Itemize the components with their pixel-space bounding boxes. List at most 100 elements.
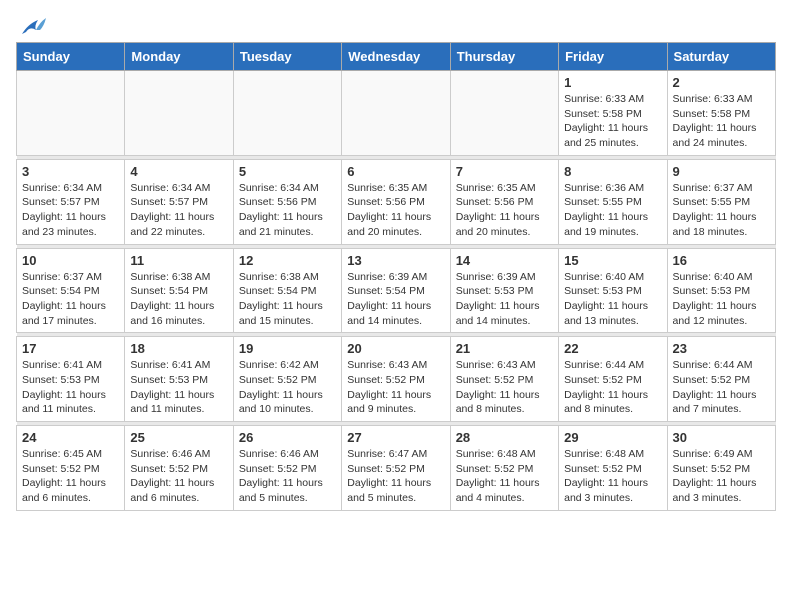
day-number: 19	[239, 341, 336, 356]
day-info: Sunrise: 6:46 AMSunset: 5:52 PMDaylight:…	[239, 447, 336, 506]
day-info: Sunrise: 6:38 AMSunset: 5:54 PMDaylight:…	[130, 270, 227, 329]
calendar-cell	[233, 71, 341, 156]
day-info: Sunrise: 6:35 AMSunset: 5:56 PMDaylight:…	[347, 181, 444, 240]
weekday-header-wednesday: Wednesday	[342, 43, 450, 71]
calendar-cell: 24 Sunrise: 6:45 AMSunset: 5:52 PMDayligh…	[17, 426, 125, 511]
weekday-header-friday: Friday	[559, 43, 667, 71]
day-number: 28	[456, 430, 553, 445]
day-info: Sunrise: 6:46 AMSunset: 5:52 PMDaylight:…	[130, 447, 227, 506]
day-info: Sunrise: 6:34 AMSunset: 5:56 PMDaylight:…	[239, 181, 336, 240]
day-number: 20	[347, 341, 444, 356]
calendar-cell: 15 Sunrise: 6:40 AMSunset: 5:53 PMDayligh…	[559, 248, 667, 333]
day-number: 16	[673, 253, 770, 268]
calendar-cell	[450, 71, 558, 156]
calendar-cell: 12 Sunrise: 6:38 AMSunset: 5:54 PMDayligh…	[233, 248, 341, 333]
calendar-cell: 26 Sunrise: 6:46 AMSunset: 5:52 PMDayligh…	[233, 426, 341, 511]
calendar-cell: 23 Sunrise: 6:44 AMSunset: 5:52 PMDayligh…	[667, 337, 775, 422]
page-header	[16, 16, 776, 32]
weekday-header-monday: Monday	[125, 43, 233, 71]
day-info: Sunrise: 6:33 AMSunset: 5:58 PMDaylight:…	[564, 92, 661, 151]
calendar-cell: 11Sunrise: 6:38 AMSunset: 5:54 PMDayligh…	[125, 248, 233, 333]
day-info: Sunrise: 6:48 AMSunset: 5:52 PMDaylight:…	[456, 447, 553, 506]
day-info: Sunrise: 6:40 AMSunset: 5:53 PMDaylight:…	[564, 270, 661, 329]
calendar-cell: 20 Sunrise: 6:43 AMSunset: 5:52 PMDayligh…	[342, 337, 450, 422]
day-info: Sunrise: 6:37 AMSunset: 5:54 PMDaylight:…	[22, 270, 119, 329]
day-info: Sunrise: 6:47 AMSunset: 5:52 PMDaylight:…	[347, 447, 444, 506]
calendar-cell	[17, 71, 125, 156]
day-info: Sunrise: 6:43 AMSunset: 5:52 PMDaylight:…	[456, 358, 553, 417]
calendar-cell: 22 Sunrise: 6:44 AMSunset: 5:52 PMDayligh…	[559, 337, 667, 422]
day-info: Sunrise: 6:37 AMSunset: 5:55 PMDaylight:…	[673, 181, 770, 240]
calendar-cell: 7Sunrise: 6:35 AMSunset: 5:56 PMDaylight…	[450, 159, 558, 244]
day-number: 5	[239, 164, 336, 179]
calendar-cell	[342, 71, 450, 156]
day-info: Sunrise: 6:36 AMSunset: 5:55 PMDaylight:…	[564, 181, 661, 240]
week-row-3: 10 Sunrise: 6:37 AMSunset: 5:54 PMDayligh…	[17, 248, 776, 333]
day-number: 26	[239, 430, 336, 445]
day-info: Sunrise: 6:45 AMSunset: 5:52 PMDaylight:…	[22, 447, 119, 506]
day-info: Sunrise: 6:39 AMSunset: 5:54 PMDaylight:…	[347, 270, 444, 329]
day-number: 23	[673, 341, 770, 356]
calendar-cell: 10 Sunrise: 6:37 AMSunset: 5:54 PMDayligh…	[17, 248, 125, 333]
day-info: Sunrise: 6:48 AMSunset: 5:52 PMDaylight:…	[564, 447, 661, 506]
calendar-cell: 2 Sunrise: 6:33 AMSunset: 5:58 PMDaylight…	[667, 71, 775, 156]
calendar-cell: 14Sunrise: 6:39 AMSunset: 5:53 PMDayligh…	[450, 248, 558, 333]
calendar-cell: 25 Sunrise: 6:46 AMSunset: 5:52 PMDayligh…	[125, 426, 233, 511]
day-info: Sunrise: 6:33 AMSunset: 5:58 PMDaylight:…	[673, 92, 770, 151]
day-number: 9	[673, 164, 770, 179]
day-number: 14	[456, 253, 553, 268]
calendar-cell: 18Sunrise: 6:41 AMSunset: 5:53 PMDayligh…	[125, 337, 233, 422]
day-info: Sunrise: 6:40 AMSunset: 5:53 PMDaylight:…	[673, 270, 770, 329]
day-number: 3	[22, 164, 119, 179]
day-info: Sunrise: 6:41 AMSunset: 5:53 PMDaylight:…	[130, 358, 227, 417]
day-number: 24	[22, 430, 119, 445]
week-row-5: 24 Sunrise: 6:45 AMSunset: 5:52 PMDayligh…	[17, 426, 776, 511]
day-info: Sunrise: 6:42 AMSunset: 5:52 PMDaylight:…	[239, 358, 336, 417]
day-number: 29	[564, 430, 661, 445]
weekday-header-tuesday: Tuesday	[233, 43, 341, 71]
day-number: 27	[347, 430, 444, 445]
calendar-cell: 16 Sunrise: 6:40 AMSunset: 5:53 PMDayligh…	[667, 248, 775, 333]
day-number: 6	[347, 164, 444, 179]
day-number: 25	[130, 430, 227, 445]
day-number: 1	[564, 75, 661, 90]
calendar-cell: 27 Sunrise: 6:47 AMSunset: 5:52 PMDayligh…	[342, 426, 450, 511]
calendar-cell	[125, 71, 233, 156]
day-info: Sunrise: 6:44 AMSunset: 5:52 PMDaylight:…	[673, 358, 770, 417]
calendar-cell: 19 Sunrise: 6:42 AMSunset: 5:52 PMDayligh…	[233, 337, 341, 422]
calendar-cell: 5 Sunrise: 6:34 AMSunset: 5:56 PMDaylight…	[233, 159, 341, 244]
day-number: 22	[564, 341, 661, 356]
calendar-cell: 13 Sunrise: 6:39 AMSunset: 5:54 PMDayligh…	[342, 248, 450, 333]
week-row-4: 17 Sunrise: 6:41 AMSunset: 5:53 PMDayligh…	[17, 337, 776, 422]
calendar-cell: 21Sunrise: 6:43 AMSunset: 5:52 PMDayligh…	[450, 337, 558, 422]
calendar-cell: 8Sunrise: 6:36 AMSunset: 5:55 PMDaylight…	[559, 159, 667, 244]
day-number: 30	[673, 430, 770, 445]
logo	[16, 16, 46, 32]
week-row-2: 3 Sunrise: 6:34 AMSunset: 5:57 PMDaylight…	[17, 159, 776, 244]
day-number: 12	[239, 253, 336, 268]
day-info: Sunrise: 6:34 AMSunset: 5:57 PMDaylight:…	[22, 181, 119, 240]
day-number: 15	[564, 253, 661, 268]
weekday-header-sunday: Sunday	[17, 43, 125, 71]
calendar-cell: 28 Sunrise: 6:48 AMSunset: 5:52 PMDayligh…	[450, 426, 558, 511]
calendar-cell: 3 Sunrise: 6:34 AMSunset: 5:57 PMDaylight…	[17, 159, 125, 244]
day-info: Sunrise: 6:38 AMSunset: 5:54 PMDaylight:…	[239, 270, 336, 329]
calendar-cell: 1 Sunrise: 6:33 AMSunset: 5:58 PMDaylight…	[559, 71, 667, 156]
calendar-cell: 29 Sunrise: 6:48 AMSunset: 5:52 PMDayligh…	[559, 426, 667, 511]
weekday-header-thursday: Thursday	[450, 43, 558, 71]
weekday-header-row: SundayMondayTuesdayWednesdayThursdayFrid…	[17, 43, 776, 71]
week-row-1: 1 Sunrise: 6:33 AMSunset: 5:58 PMDaylight…	[17, 71, 776, 156]
calendar-cell: 30 Sunrise: 6:49 AMSunset: 5:52 PMDayligh…	[667, 426, 775, 511]
day-info: Sunrise: 6:49 AMSunset: 5:52 PMDaylight:…	[673, 447, 770, 506]
day-number: 17	[22, 341, 119, 356]
day-info: Sunrise: 6:43 AMSunset: 5:52 PMDaylight:…	[347, 358, 444, 417]
day-number: 2	[673, 75, 770, 90]
day-info: Sunrise: 6:34 AMSunset: 5:57 PMDaylight:…	[130, 181, 227, 240]
calendar-cell: 17Sunrise: 6:41 AMSunset: 5:53 PMDayligh…	[17, 337, 125, 422]
calendar-cell: 9 Sunrise: 6:37 AMSunset: 5:55 PMDaylight…	[667, 159, 775, 244]
calendar-cell: 6 Sunrise: 6:35 AMSunset: 5:56 PMDaylight…	[342, 159, 450, 244]
day-info: Sunrise: 6:44 AMSunset: 5:52 PMDaylight:…	[564, 358, 661, 417]
day-number: 10	[22, 253, 119, 268]
day-number: 13	[347, 253, 444, 268]
weekday-header-saturday: Saturday	[667, 43, 775, 71]
